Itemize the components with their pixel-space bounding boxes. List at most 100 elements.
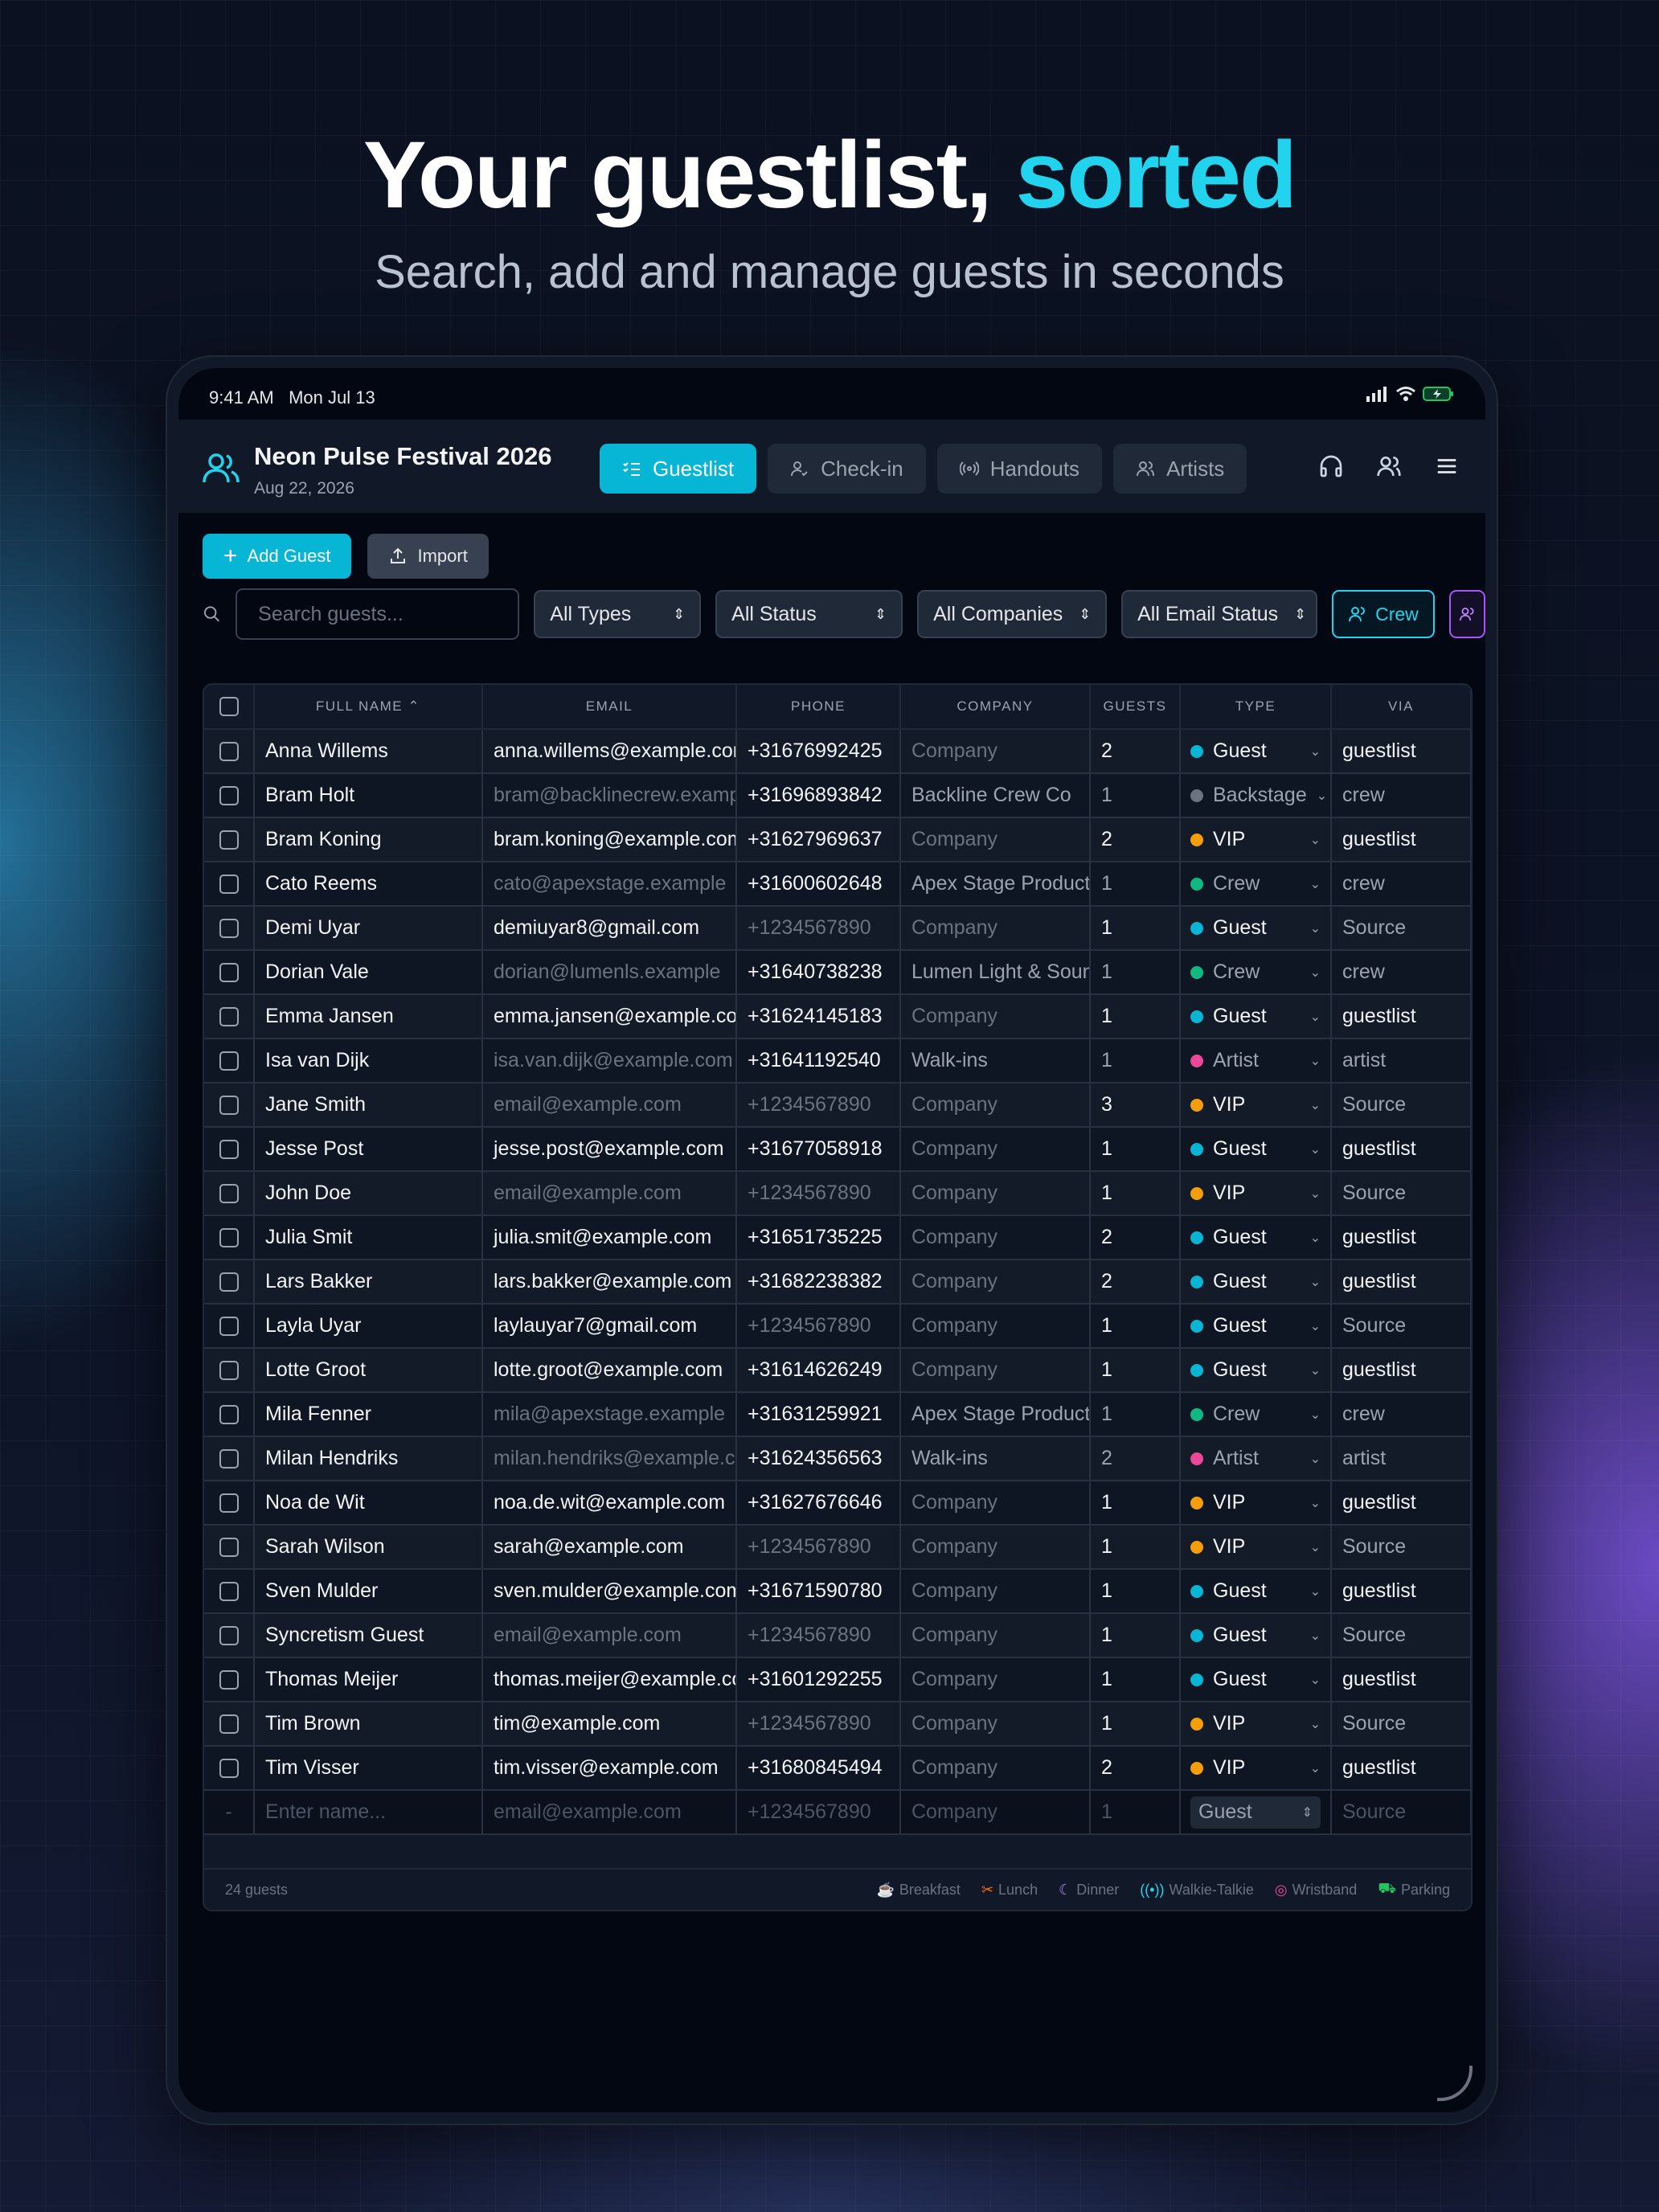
email-cell[interactable]: noa.de.wit@example.com [482,1481,737,1526]
company-cell[interactable]: Apex Stage Productions [900,1392,1091,1437]
row-checkbox[interactable] [219,1538,239,1558]
email-cell[interactable]: email@example.com [482,1171,737,1216]
row-checkbox[interactable] [219,1051,239,1071]
via-cell[interactable]: crew [1331,1392,1471,1437]
name-cell[interactable]: Lars Bakker [254,1260,483,1305]
via-cell[interactable]: Source [1331,1613,1471,1658]
via-cell[interactable]: guestlist [1331,994,1471,1039]
company-cell[interactable]: Company [900,1127,1091,1172]
email-cell[interactable]: cato@apexstage.example [482,862,737,907]
via-cell[interactable]: guestlist [1331,1569,1471,1614]
email-status-filter-select[interactable]: All Email Status ⇕ [1121,590,1318,638]
table-row[interactable]: Julia Smit julia.smit@example.com +3165173… [204,1215,1471,1260]
company-cell[interactable]: Company [900,994,1091,1039]
company-cell[interactable]: Company [900,1481,1091,1526]
row-select-cell[interactable] [204,1657,255,1702]
type-cell[interactable]: VIP ⌄ [1180,1083,1332,1128]
guests-cell[interactable]: 1 [1090,1525,1181,1570]
column-header-email[interactable]: EMAIL [482,685,737,730]
name-cell[interactable]: Tim Brown [254,1702,483,1747]
type-cell[interactable]: Crew ⌄ [1180,950,1332,995]
phone-cell[interactable]: +1234567890 [736,1525,901,1570]
email-cell[interactable]: lotte.groot@example.com [482,1348,737,1393]
guests-cell[interactable]: 1 [1090,1392,1181,1437]
type-cell[interactable]: Guest ⌄ [1180,1348,1332,1393]
phone-cell[interactable]: +31682238382 [736,1260,901,1305]
row-select-cell[interactable] [204,1569,255,1614]
row-select-cell[interactable] [204,1525,255,1570]
row-select-cell[interactable] [204,1171,255,1216]
new-email-input[interactable]: email@example.com [482,1790,737,1835]
guests-cell[interactable]: 2 [1090,729,1181,774]
phone-cell[interactable]: +1234567890 [736,1613,901,1658]
via-cell[interactable]: guestlist [1331,1127,1471,1172]
row-checkbox[interactable] [219,1140,239,1160]
tab-artists[interactable]: Artists [1113,444,1247,494]
type-select[interactable]: Guest ⌄ [1190,1668,1321,1691]
via-cell[interactable]: Source [1331,1083,1471,1128]
guests-cell[interactable]: 1 [1090,906,1181,951]
email-cell[interactable]: jesse.post@example.com [482,1127,737,1172]
row-select-cell[interactable] [204,1127,255,1172]
company-cell[interactable]: Company [900,1083,1091,1128]
row-select-cell[interactable] [204,1348,255,1393]
row-select-cell[interactable] [204,1481,255,1526]
guests-cell[interactable]: 1 [1090,1481,1181,1526]
table-row[interactable]: Layla Uyar laylauyar7@gmail.com +123456789… [204,1304,1471,1349]
guests-cell[interactable]: 1 [1090,1702,1181,1747]
new-via-input[interactable]: Source [1331,1790,1471,1835]
table-row[interactable]: Lars Bakker lars.bakker@example.com +31682… [204,1260,1471,1305]
row-select-cell[interactable] [204,1613,255,1658]
type-select[interactable]: Guest ⌄ [1190,1137,1321,1161]
headphones-icon[interactable] [1313,449,1349,484]
name-cell[interactable]: Isa van Dijk [254,1038,483,1083]
new-guest-row[interactable]: - Enter name... email@example.com +12345678… [204,1790,1471,1835]
email-cell[interactable]: bram.koning@example.com [482,817,737,862]
row-checkbox[interactable] [219,1317,239,1337]
via-cell[interactable]: crew [1331,950,1471,995]
phone-cell[interactable]: +1234567890 [736,1304,901,1349]
row-checkbox[interactable] [219,963,239,983]
type-select[interactable]: Guest ⌄ [1190,739,1321,763]
row-select-cell[interactable] [204,1038,255,1083]
row-checkbox[interactable] [219,1184,239,1204]
type-select[interactable]: Artist ⌄ [1190,1049,1321,1072]
via-cell[interactable]: guestlist [1331,1215,1471,1260]
type-cell[interactable]: Artist ⌄ [1180,1436,1332,1481]
email-cell[interactable]: milan.hendriks@example.com [482,1436,737,1481]
select-all-checkbox[interactable] [219,697,239,716]
type-select[interactable]: Guest ⌄ [1190,1270,1321,1293]
via-cell[interactable]: Source [1331,1525,1471,1570]
email-cell[interactable]: tim@example.com [482,1702,737,1747]
via-cell[interactable]: artist [1331,1038,1471,1083]
table-row[interactable]: Mila Fenner mila@apexstage.example +316312… [204,1392,1471,1437]
row-checkbox[interactable] [219,1007,239,1027]
type-cell[interactable]: Guest ⌄ [1180,1657,1332,1702]
via-cell[interactable]: guestlist [1331,1657,1471,1702]
company-cell[interactable]: Lumen Light & Sound [900,950,1091,995]
tab-guestlist[interactable]: Guestlist [600,444,757,494]
type-select[interactable]: VIP ⌄ [1190,1093,1321,1116]
table-row[interactable]: Thomas Meijer thomas.meijer@example.com +3… [204,1657,1471,1702]
type-cell[interactable]: VIP ⌄ [1180,1525,1332,1570]
type-cell[interactable]: Guest ⌄ [1180,1260,1332,1305]
team-icon[interactable] [1371,449,1407,484]
phone-cell[interactable]: +31624145183 [736,994,901,1039]
via-cell[interactable]: guestlist [1331,1348,1471,1393]
guests-cell[interactable]: 1 [1090,1569,1181,1614]
tab-check-in[interactable]: Check-in [768,444,926,494]
company-cell[interactable]: Company [900,1702,1091,1747]
row-checkbox[interactable] [219,1228,239,1248]
column-header-via[interactable]: VIA [1331,685,1471,730]
phone-cell[interactable]: +31614626249 [736,1348,901,1393]
table-row[interactable]: Jane Smith email@example.com +1234567890 Co… [204,1083,1471,1128]
column-header-guests[interactable]: GUESTS [1090,685,1181,730]
select-all-cell[interactable] [204,685,255,730]
company-cell[interactable]: Company [900,1260,1091,1305]
name-cell[interactable]: Sven Mulder [254,1569,483,1614]
column-header-phone[interactable]: PHONE [736,685,901,730]
row-select-cell[interactable] [204,1436,255,1481]
phone-cell[interactable]: +31624356563 [736,1436,901,1481]
via-cell[interactable]: Source [1331,1171,1471,1216]
name-cell[interactable]: Milan Hendriks [254,1436,483,1481]
